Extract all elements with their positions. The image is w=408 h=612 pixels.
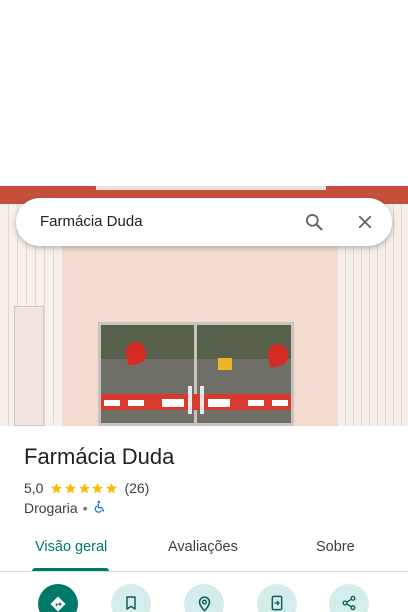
nearby-button[interactable] (184, 584, 224, 612)
star-icon (65, 482, 76, 493)
directions-button[interactable] (38, 584, 78, 612)
action-buttons (0, 584, 408, 612)
tab-overview[interactable]: Visão geral (35, 539, 107, 555)
nearby-icon (196, 595, 213, 612)
place-category: Drogaria (24, 500, 78, 516)
wheelchair-icon (93, 500, 107, 517)
tab-reviews[interactable]: Avaliações (168, 539, 238, 555)
map-blank-area (0, 0, 408, 186)
directions-icon (49, 595, 67, 612)
search-query[interactable]: Farmácia Duda (40, 213, 143, 230)
reviews-count[interactable]: (26) (124, 480, 149, 496)
star-icon (78, 482, 90, 493)
close-icon[interactable] (350, 207, 380, 237)
star-icon (51, 482, 63, 493)
bookmark-icon (123, 595, 139, 612)
send-to-phone-button[interactable] (257, 584, 297, 612)
rating-stars (50, 482, 118, 495)
search-icon[interactable] (299, 207, 329, 237)
rating-row[interactable]: 5,0 (26) (24, 479, 149, 497)
place-tabs: Visão geral Avaliações Sobre (0, 528, 408, 572)
send-to-phone-icon (269, 595, 285, 612)
star-icon (92, 482, 104, 493)
rating-value: 5,0 (24, 480, 44, 496)
tab-indicator (32, 568, 109, 571)
place-title: Farmácia Duda (24, 444, 175, 469)
separator: • (82, 500, 88, 516)
category-row: Drogaria • (24, 499, 107, 517)
save-button[interactable] (111, 584, 151, 612)
share-icon (341, 595, 357, 612)
tab-about[interactable]: Sobre (316, 539, 355, 555)
search-bar[interactable]: Farmácia Duda (16, 198, 392, 246)
share-button[interactable] (329, 584, 369, 612)
star-icon (105, 482, 117, 493)
